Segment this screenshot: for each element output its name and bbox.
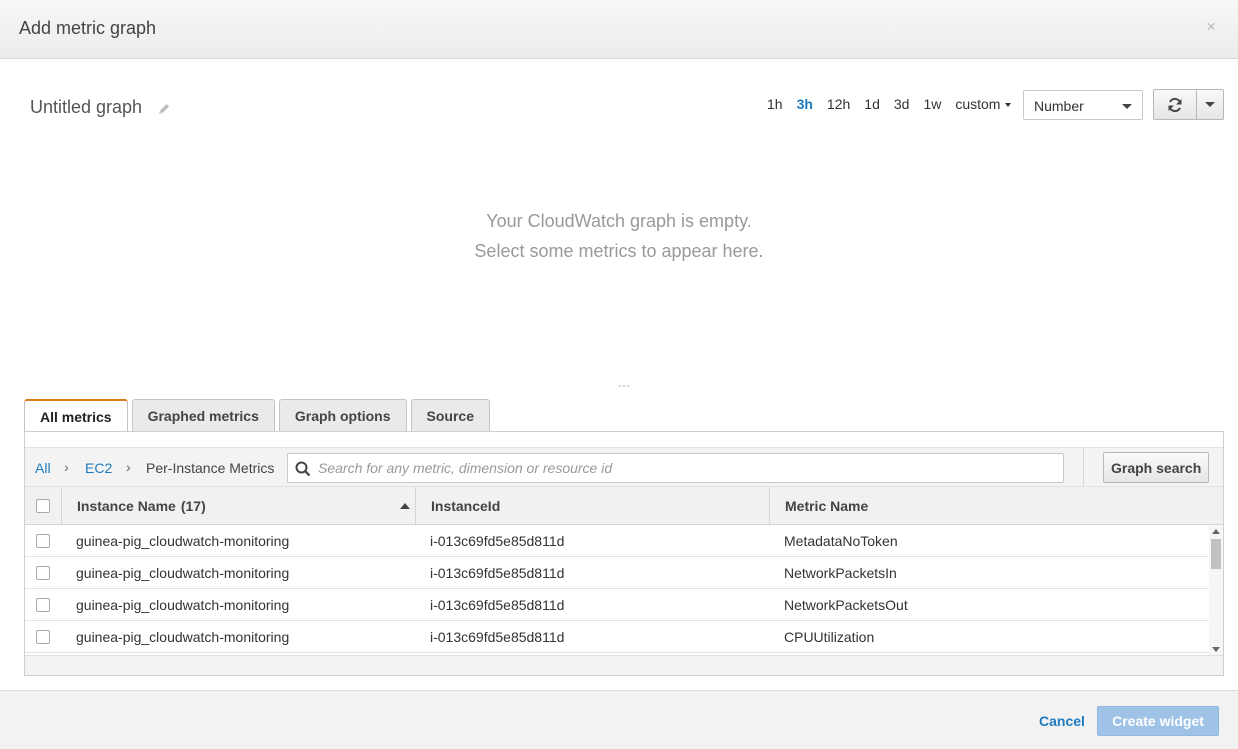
modal-header: Add metric graph × (0, 0, 1238, 59)
row-checkbox[interactable] (36, 630, 50, 644)
instance-name-cell: guinea-pig_cloudwatch-monitoring (76, 565, 290, 581)
metrics-toolbar: All › EC2 › Per-Instance Metrics Graph s… (25, 447, 1223, 487)
graph-search-button[interactable]: Graph search (1103, 452, 1210, 483)
time-range-1w[interactable]: 1w (916, 96, 948, 112)
column-header-instance-id[interactable]: InstanceId (417, 487, 500, 525)
time-range-custom[interactable]: custom (948, 96, 1018, 112)
instance-name-cell: guinea-pig_cloudwatch-monitoring (76, 533, 290, 549)
metric-name-cell: NetworkPacketsOut (784, 597, 908, 613)
caret-down-icon (1205, 102, 1215, 107)
breadcrumb-separator: › (126, 459, 131, 475)
modal-footer: Cancel Create widget (0, 690, 1238, 749)
column-divider (415, 487, 416, 525)
resize-handle[interactable]: --- (618, 381, 631, 392)
column-header-instance-name[interactable]: Instance Name (17) (63, 487, 415, 525)
time-range-custom-label: custom (955, 96, 1001, 112)
table-row[interactable]: guinea-pig_cloudwatch-monitoring i-013c6… (25, 589, 1209, 621)
scrollbar-thumb[interactable] (1211, 539, 1221, 569)
time-range-12h[interactable]: 12h (820, 96, 857, 112)
metric-search-field[interactable] (287, 453, 1064, 483)
tab-graph-options[interactable]: Graph options (278, 399, 407, 431)
refresh-options-dropdown[interactable] (1197, 89, 1224, 120)
tab-source[interactable]: Source (410, 399, 490, 431)
column-divider (61, 487, 62, 525)
empty-graph-hint: Select some metrics to appear here. (474, 241, 764, 261)
table-row[interactable]: guinea-pig_cloudwatch-monitoring i-013c6… (25, 557, 1209, 589)
toolbar-divider (1083, 448, 1084, 486)
sort-asc-icon[interactable] (400, 503, 410, 509)
refresh-button[interactable] (1153, 89, 1197, 120)
caret-down-icon (1005, 103, 1012, 108)
metrics-tabs: All metrics Graphed metrics Graph option… (24, 399, 494, 432)
column-divider (769, 487, 770, 525)
caret-down-icon (1122, 104, 1132, 109)
row-checkbox[interactable] (36, 598, 50, 612)
table-footer (25, 655, 1223, 675)
instance-id-cell: i-013c69fd5e85d811d (430, 629, 565, 645)
search-icon (295, 461, 311, 477)
metrics-table-body: guinea-pig_cloudwatch-monitoring i-013c6… (25, 525, 1209, 653)
time-range-3h[interactable]: 3h (790, 96, 820, 112)
tab-graphed-metrics[interactable]: Graphed metrics (131, 399, 275, 431)
metric-name-cell: MetadataNoToken (784, 533, 898, 549)
metric-search-input[interactable] (316, 458, 1056, 478)
scroll-down-icon[interactable] (1212, 647, 1220, 652)
breadcrumb-separator: › (64, 459, 69, 475)
graph-type-value: Number (1034, 98, 1084, 114)
tab-all-metrics[interactable]: All metrics (24, 399, 128, 432)
table-header: Instance Name (17) InstanceId Metric Nam… (25, 487, 1223, 525)
cancel-button[interactable]: Cancel (1039, 713, 1085, 729)
breadcrumb-ec2[interactable]: EC2 (85, 460, 112, 476)
table-row[interactable]: guinea-pig_cloudwatch-monitoring i-013c6… (25, 621, 1209, 653)
graph-type-select[interactable]: Number (1023, 90, 1143, 120)
breadcrumb-current: Per-Instance Metrics (146, 460, 275, 476)
instance-id-cell: i-013c69fd5e85d811d (430, 533, 565, 549)
breadcrumb-all[interactable]: All (35, 460, 51, 476)
instance-name-cell: guinea-pig_cloudwatch-monitoring (76, 597, 290, 613)
table-row[interactable]: guinea-pig_cloudwatch-monitoring i-013c6… (25, 525, 1209, 557)
instance-id-cell: i-013c69fd5e85d811d (430, 597, 565, 613)
metric-name-cell: NetworkPacketsIn (784, 565, 897, 581)
table-scrollbar[interactable] (1209, 525, 1223, 655)
time-range-1h[interactable]: 1h (760, 96, 790, 112)
refresh-icon (1168, 97, 1182, 112)
close-icon[interactable]: × (1206, 17, 1216, 37)
empty-graph-message: Your CloudWatch graph is empty. (486, 211, 752, 231)
create-widget-button[interactable]: Create widget (1097, 706, 1219, 736)
time-range-3d[interactable]: 3d (887, 96, 917, 112)
graph-title[interactable]: Untitled graph (30, 97, 142, 118)
metrics-panel: All › EC2 › Per-Instance Metrics Graph s… (24, 431, 1224, 676)
metric-name-cell: CPUUtilization (784, 629, 875, 645)
time-range-1d[interactable]: 1d (857, 96, 887, 112)
scroll-up-icon[interactable] (1212, 529, 1220, 534)
pencil-icon[interactable] (156, 101, 172, 117)
time-range-selector: 1h 3h 12h 1d 3d 1w custom (760, 96, 1018, 112)
column-header-label: Instance Name (77, 498, 176, 514)
select-all-checkbox[interactable] (36, 499, 50, 513)
column-header-metric-name[interactable]: Metric Name (771, 487, 868, 525)
refresh-group (1153, 89, 1224, 120)
row-checkbox[interactable] (36, 566, 50, 580)
instance-name-cell: guinea-pig_cloudwatch-monitoring (76, 629, 290, 645)
row-checkbox[interactable] (36, 534, 50, 548)
instance-id-cell: i-013c69fd5e85d811d (430, 565, 565, 581)
row-count: (17) (180, 498, 206, 514)
modal-title: Add metric graph (19, 18, 157, 38)
